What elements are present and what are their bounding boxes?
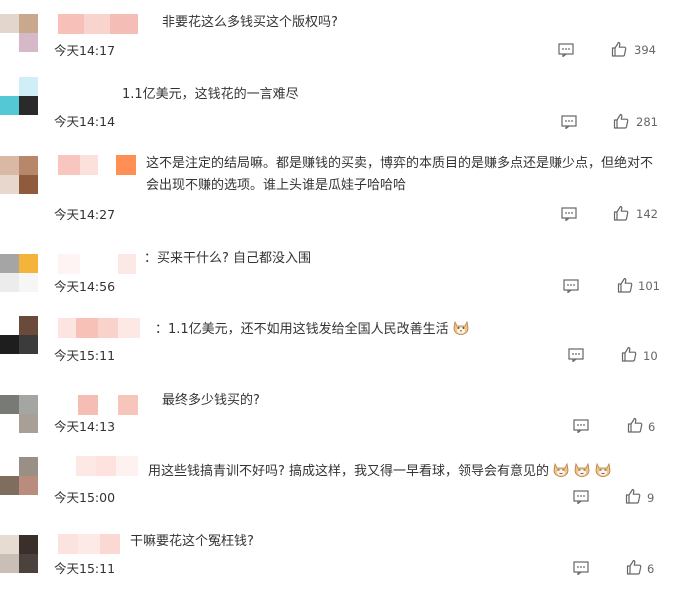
thumbs-up-icon[interactable] [621, 346, 637, 362]
thumbs-up-icon[interactable] [611, 41, 627, 57]
comment-time: 今天14:27 [54, 207, 116, 222]
cat-face-emoji [595, 462, 611, 477]
comment-time: 今天14:56 [54, 279, 116, 294]
like-count: 6 [648, 420, 656, 434]
username-blurred[interactable] [58, 318, 140, 338]
comment-time: 今天14:14 [54, 114, 116, 129]
like-count: 394 [634, 43, 656, 57]
like-count: 281 [636, 115, 658, 129]
comment-text: 1.1亿美元，这钱花的一言难尽 [122, 87, 299, 102]
avatar[interactable] [0, 254, 38, 292]
avatar[interactable] [0, 316, 38, 354]
comment-reply-icon[interactable] [563, 279, 579, 293]
username-blurred[interactable] [58, 254, 138, 274]
like-count: 101 [638, 279, 660, 293]
comment-time: 今天15:11 [54, 348, 116, 363]
comment-reply-icon[interactable] [568, 348, 584, 362]
thumbs-up-icon[interactable] [613, 205, 629, 221]
username-blurred[interactable] [76, 456, 138, 476]
comment-text: 最终多少钱买的? [162, 393, 260, 408]
avatar[interactable] [0, 457, 38, 495]
avatar[interactable] [0, 535, 38, 573]
comment-reply-icon[interactable] [573, 490, 589, 504]
comment-reply-icon[interactable] [573, 561, 589, 575]
username-blurred[interactable] [58, 155, 138, 175]
avatar[interactable] [0, 156, 38, 194]
comment-text: ：买来干什么? 自己都没入围 [144, 251, 312, 266]
like-count: 6 [647, 562, 655, 576]
comment-text: 非要花这么多钱买这个版权吗? [162, 15, 338, 30]
comment-text-content: ：1.1亿美元，还不如用这钱发给全国人民改善生活 [155, 322, 449, 337]
comment-reply-icon[interactable] [561, 115, 577, 129]
avatar[interactable] [0, 395, 38, 433]
comment-text: ：1.1亿美元，还不如用这钱发给全国人民改善生活 [155, 318, 470, 341]
username-blurred[interactable] [58, 534, 120, 554]
cat-face-emoji [553, 462, 569, 477]
username-blurred[interactable] [58, 14, 138, 34]
comment-reply-icon[interactable] [558, 43, 574, 57]
like-count: 10 [643, 349, 658, 363]
comment-time: 今天15:00 [54, 490, 116, 505]
username-blurred[interactable] [78, 395, 138, 415]
comment-time: 今天15:11 [54, 561, 116, 576]
comment-reply-icon[interactable] [561, 207, 577, 221]
like-count: 142 [636, 207, 658, 221]
avatar[interactable] [0, 14, 38, 52]
thumbs-up-icon[interactable] [625, 488, 641, 504]
thumbs-up-icon[interactable] [613, 113, 629, 129]
comment-text-line1: 这不是注定的结局嘛。都是赚钱的买卖，博弈的本质目的是赚多点还是赚少点，但绝对不 [146, 156, 654, 171]
cat-face-emoji [453, 320, 469, 335]
cat-face-emoji [574, 462, 590, 477]
comment-text-line2: 会出现不赚的选项。谁上头谁是瓜娃子哈哈哈 [146, 178, 407, 193]
comment-text-content: 用这些钱搞青训不好吗? 搞成这样，我又得一早看球，领导会有意见的 [148, 464, 550, 479]
comment-time: 今天14:13 [54, 419, 116, 434]
comment-text: 干嘛要花这个冤枉钱? [130, 534, 254, 549]
comment-reply-icon[interactable] [573, 419, 589, 433]
thumbs-up-icon[interactable] [617, 277, 633, 293]
thumbs-up-icon[interactable] [627, 417, 643, 433]
comment-text: 用这些钱搞青训不好吗? 搞成这样，我又得一早看球，领导会有意见的 [148, 460, 612, 483]
thumbs-up-icon[interactable] [626, 559, 642, 575]
avatar[interactable] [0, 77, 38, 115]
comment-time: 今天14:17 [54, 43, 116, 58]
like-count: 9 [647, 491, 655, 505]
